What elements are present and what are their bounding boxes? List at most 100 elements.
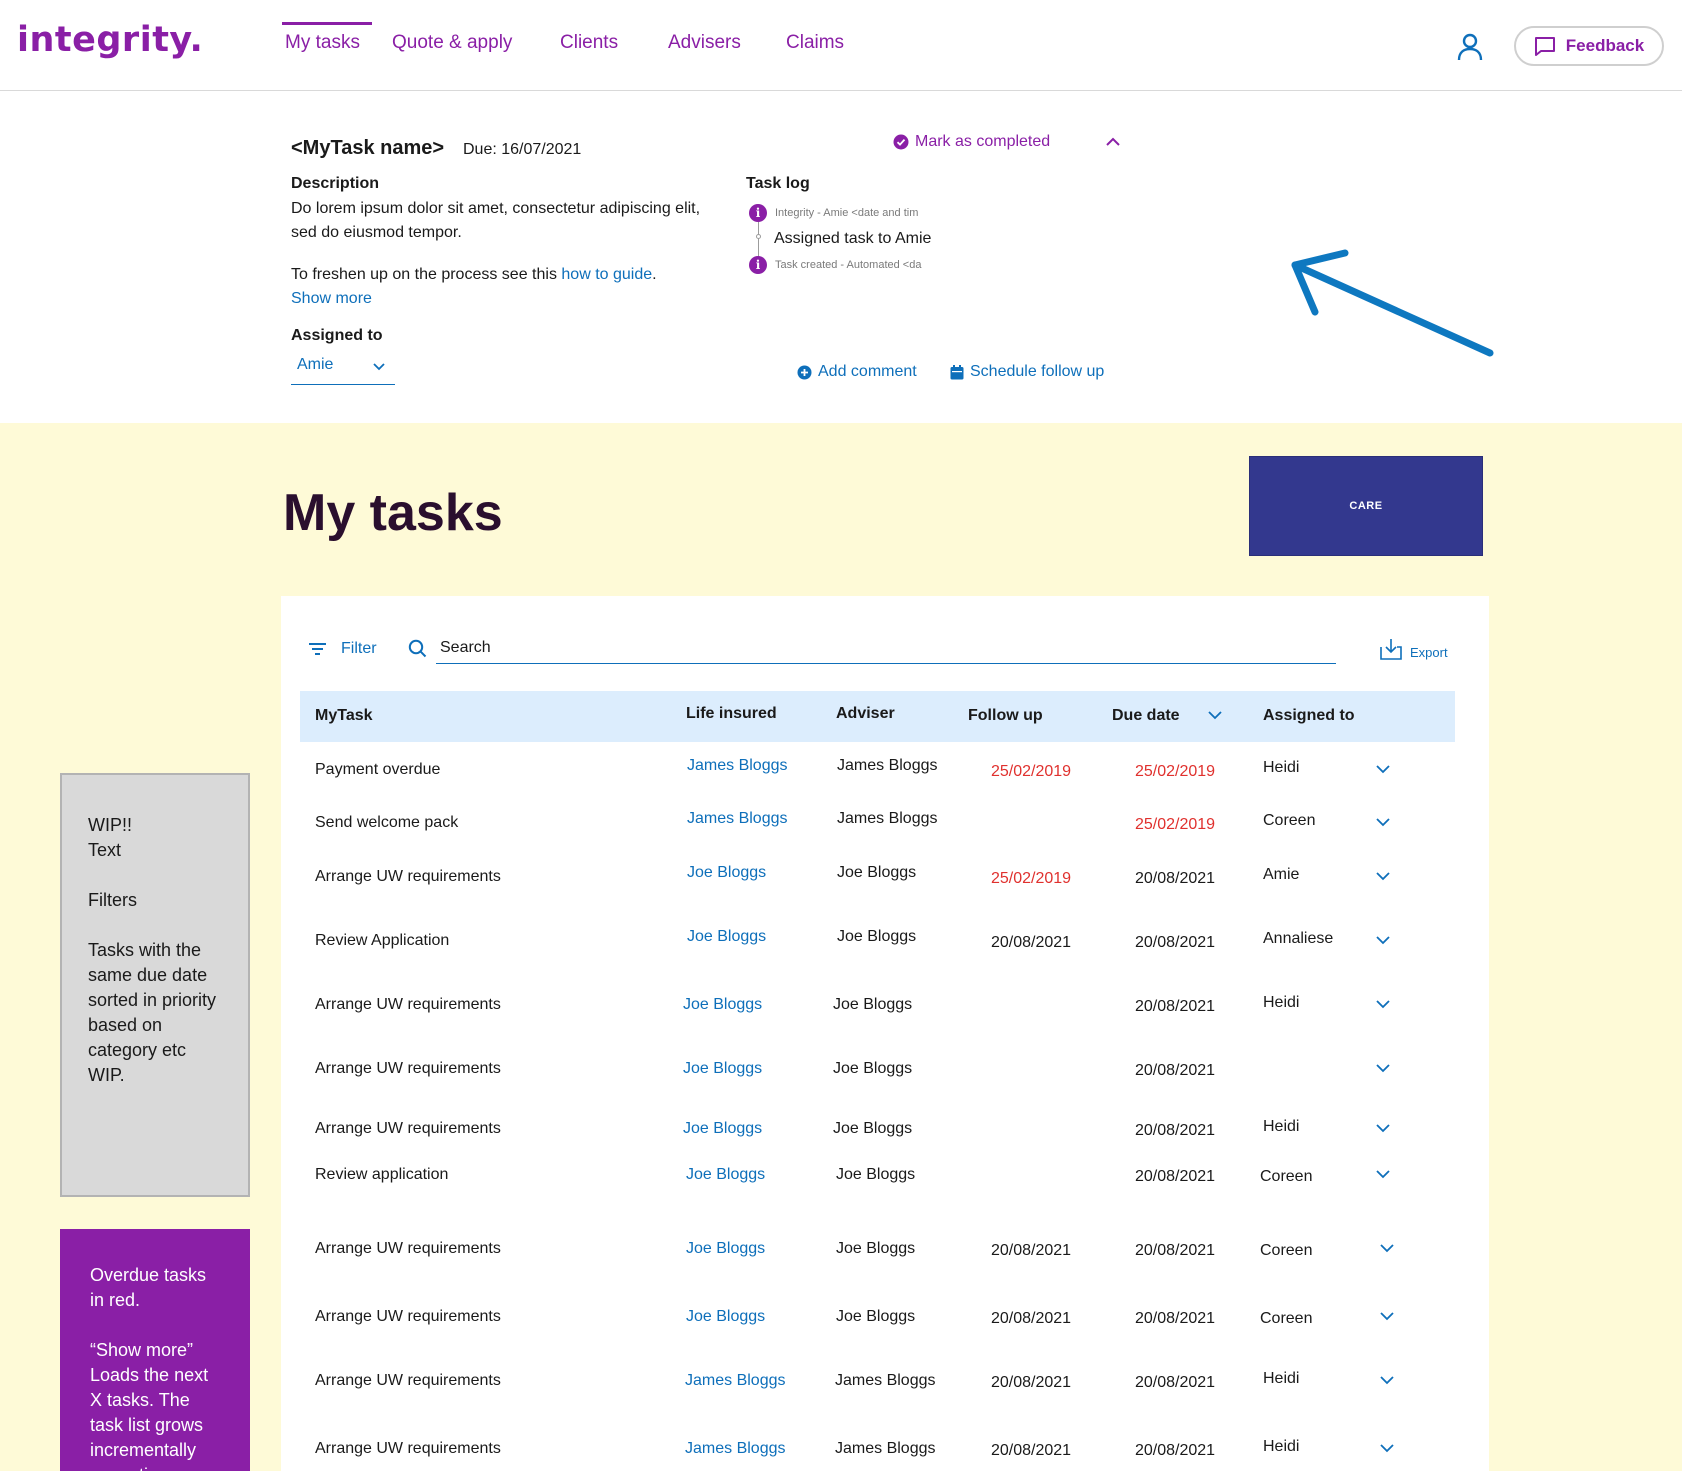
user-icon[interactable] bbox=[1457, 33, 1483, 61]
follow-up-date: 25/02/2019 bbox=[991, 763, 1072, 780]
adviser-name: Joe Bloggs bbox=[833, 1120, 913, 1137]
assigned-to-value[interactable]: Heidi bbox=[1263, 1370, 1299, 1388]
life-insured-link[interactable]: Joe Bloggs bbox=[686, 1240, 765, 1258]
nav-quote-apply[interactable]: Quote & apply bbox=[392, 32, 512, 54]
nav-advisers[interactable]: Advisers bbox=[668, 32, 741, 54]
assigned-to-value[interactable]: Heidi bbox=[1263, 994, 1299, 1012]
table-row[interactable]: Arrange UW requirements James Bloggs James… bbox=[300, 1364, 1455, 1404]
export-button[interactable]: Export bbox=[1380, 638, 1448, 660]
filter-button[interactable]: Filter bbox=[308, 640, 377, 658]
how-to-guide-link[interactable]: how to guide bbox=[561, 266, 652, 283]
life-insured-link[interactable]: Joe Bloggs bbox=[687, 928, 766, 946]
assigned-to-value[interactable]: Coreen bbox=[1263, 812, 1315, 830]
adviser-name: James Bloggs bbox=[835, 1440, 936, 1457]
plus-circle-icon bbox=[797, 365, 812, 379]
col-header-life-insured[interactable]: Life insured bbox=[686, 705, 777, 723]
filter-icon bbox=[309, 643, 326, 655]
col-header-follow-up[interactable]: Follow up bbox=[968, 707, 1043, 725]
assigned-to-value[interactable]: Coreen bbox=[1260, 1242, 1312, 1260]
due-date: 20/08/2021 bbox=[1135, 1374, 1216, 1391]
mark-completed-button[interactable]: Mark as completed bbox=[893, 133, 1050, 151]
assigned-to-value[interactable]: Annaliese bbox=[1263, 930, 1333, 948]
life-insured-link[interactable]: James Bloggs bbox=[687, 810, 788, 828]
col-header-adviser[interactable]: Adviser bbox=[836, 705, 895, 723]
chevron-down-icon[interactable] bbox=[1376, 1000, 1390, 1009]
due-date: 20/08/2021 bbox=[1135, 1168, 1216, 1185]
table-row[interactable]: Arrange UW requirements James Bloggs James… bbox=[300, 1432, 1455, 1471]
life-insured-link[interactable]: Joe Bloggs bbox=[683, 1060, 762, 1078]
life-insured-link[interactable]: Joe Bloggs bbox=[686, 1308, 765, 1326]
chevron-down-icon[interactable] bbox=[1380, 1376, 1394, 1385]
overdue-note: Overdue tasks in red. “Show more” Loads … bbox=[60, 1229, 250, 1471]
download-icon bbox=[1380, 639, 1402, 660]
chevron-down-icon[interactable] bbox=[1376, 1170, 1390, 1179]
search-input[interactable] bbox=[436, 632, 1336, 664]
table-row[interactable]: Arrange UW requirements Joe Bloggs Joe Blo… bbox=[300, 860, 1455, 900]
task-name: Payment overdue bbox=[315, 761, 441, 778]
nav-my-tasks[interactable]: My tasks bbox=[282, 22, 372, 54]
chevron-down-icon bbox=[373, 363, 385, 371]
add-comment-button[interactable]: Add comment bbox=[797, 363, 917, 381]
chevron-up-icon[interactable] bbox=[1104, 135, 1122, 149]
logo[interactable]: integrity. bbox=[17, 20, 203, 60]
chevron-down-icon[interactable] bbox=[1376, 936, 1390, 945]
life-insured-link[interactable]: James Bloggs bbox=[685, 1440, 786, 1458]
feedback-button[interactable]: Feedback bbox=[1514, 26, 1664, 66]
table-row[interactable]: Arrange UW requirements Joe Bloggs Joe Blo… bbox=[300, 988, 1455, 1028]
chevron-down-icon[interactable] bbox=[1376, 818, 1390, 827]
assigned-to-value[interactable]: Amie bbox=[1263, 866, 1299, 884]
life-insured-link[interactable]: James Bloggs bbox=[687, 757, 788, 775]
task-name: Arrange UW requirements bbox=[315, 868, 501, 885]
follow-up-date: 20/08/2021 bbox=[991, 934, 1072, 951]
care-banner: CARE bbox=[1249, 456, 1483, 556]
assigned-to-value[interactable]: Heidi bbox=[1263, 1118, 1299, 1136]
chevron-down-icon[interactable] bbox=[1376, 765, 1390, 774]
top-header: integrity. My tasks Quote & apply Client… bbox=[0, 0, 1682, 91]
assigned-to-value[interactable]: Coreen bbox=[1260, 1310, 1312, 1328]
table-row[interactable]: Arrange UW requirements Joe Bloggs Joe Blo… bbox=[300, 1112, 1455, 1152]
description-text: Do lorem ipsum dolor sit amet, consectet… bbox=[291, 200, 701, 241]
due-date: 20/08/2021 bbox=[1135, 1242, 1216, 1259]
life-insured-link[interactable]: Joe Bloggs bbox=[683, 996, 762, 1014]
chevron-down-icon[interactable] bbox=[1208, 711, 1222, 720]
schedule-follow-up-button[interactable]: Schedule follow up bbox=[950, 363, 1104, 381]
chevron-down-icon[interactable] bbox=[1376, 872, 1390, 881]
chevron-down-icon[interactable] bbox=[1380, 1244, 1394, 1253]
life-insured-link[interactable]: Joe Bloggs bbox=[683, 1120, 762, 1138]
task-name: Arrange UW requirements bbox=[315, 1372, 501, 1389]
table-row[interactable]: Payment overdue James Bloggs James Bloggs 2… bbox=[300, 753, 1455, 793]
nav-clients[interactable]: Clients bbox=[560, 32, 618, 54]
table-row[interactable]: Arrange UW requirements Joe Bloggs Joe Blo… bbox=[300, 1232, 1455, 1272]
chevron-down-icon[interactable] bbox=[1380, 1312, 1394, 1321]
assigned-to-value[interactable]: Coreen bbox=[1260, 1168, 1312, 1186]
follow-up-date: 20/08/2021 bbox=[991, 1442, 1072, 1459]
guide-prefix: To freshen up on the process see this bbox=[291, 266, 562, 283]
due-date: 20/08/2021 bbox=[1135, 1442, 1216, 1459]
assigned-to-value[interactable]: Heidi bbox=[1263, 1438, 1299, 1456]
guide-suffix: . bbox=[652, 266, 657, 283]
table-row[interactable]: Arrange UW requirements Joe Bloggs Joe Blo… bbox=[300, 1300, 1455, 1340]
life-insured-link[interactable]: Joe Bloggs bbox=[686, 1166, 765, 1184]
assigned-select[interactable]: Amie bbox=[291, 351, 395, 385]
due-date: 20/08/2021 bbox=[1135, 934, 1216, 951]
info-icon: i bbox=[749, 256, 767, 274]
life-insured-link[interactable]: James Bloggs bbox=[685, 1372, 786, 1390]
due-date: 20/08/2021 bbox=[1135, 1062, 1216, 1079]
chevron-down-icon[interactable] bbox=[1376, 1064, 1390, 1073]
check-circle-icon bbox=[893, 134, 909, 150]
col-header-mytask[interactable]: MyTask bbox=[315, 707, 373, 725]
life-insured-link[interactable]: Joe Bloggs bbox=[687, 864, 766, 882]
chevron-down-icon[interactable] bbox=[1376, 1124, 1390, 1133]
table-row[interactable]: Review application Joe Bloggs Joe Bloggs 20… bbox=[300, 1158, 1455, 1198]
table-row[interactable]: Arrange UW requirements Joe Bloggs Joe Blo… bbox=[300, 1052, 1455, 1092]
col-header-assigned-to[interactable]: Assigned to bbox=[1263, 707, 1355, 725]
nav-claims[interactable]: Claims bbox=[786, 32, 844, 54]
chevron-down-icon[interactable] bbox=[1380, 1444, 1394, 1453]
col-header-due-date[interactable]: Due date bbox=[1112, 707, 1180, 725]
table-row[interactable]: Send welcome pack James Bloggs James Blogg… bbox=[300, 806, 1455, 846]
show-more-link[interactable]: Show more bbox=[291, 287, 372, 311]
due-date: 20/08/2021 bbox=[1135, 1122, 1216, 1139]
task-detail-panel: <MyTask name> Due: 16/07/2021 Mark as co… bbox=[0, 91, 1682, 423]
assigned-to-value[interactable]: Heidi bbox=[1263, 759, 1299, 777]
table-row[interactable]: Review Application Joe Bloggs Joe Bloggs 20… bbox=[300, 924, 1455, 964]
